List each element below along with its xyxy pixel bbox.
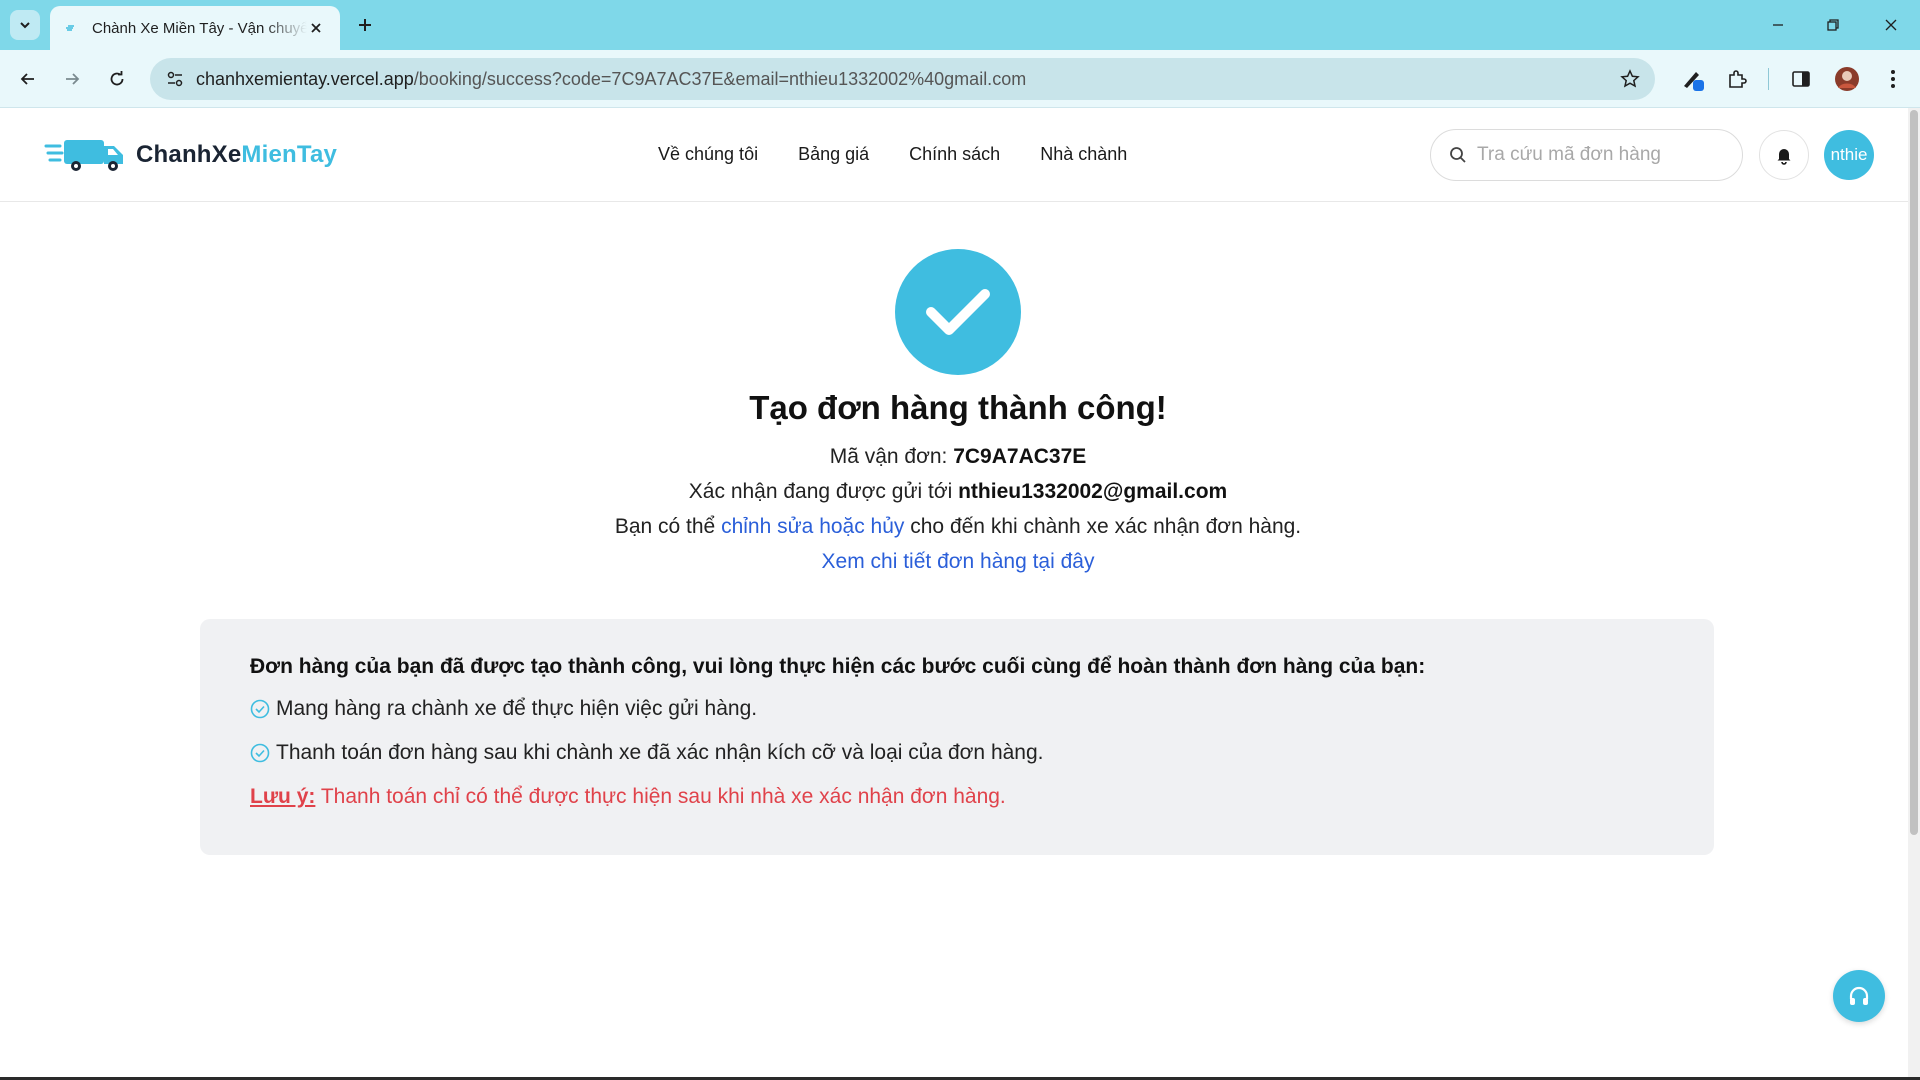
edit-cancel-line: Bạn có thể chỉnh sửa hoặc hủy cho đến kh… — [0, 515, 1916, 539]
browser-menu-icon[interactable] — [1878, 64, 1908, 94]
tab-title: Chành Xe Miền Tây - Vận chuyển — [92, 19, 307, 37]
browser-tab-active[interactable]: Chành Xe Miền Tây - Vận chuyển — [50, 6, 340, 50]
nav-policy[interactable]: Chính sách — [909, 144, 1000, 165]
email-value: nthieu1332002@gmail.com — [958, 480, 1228, 503]
tab-close-icon[interactable] — [306, 18, 326, 38]
close-icon — [1885, 19, 1897, 31]
logo-text: ChanhXeMienTay — [136, 141, 337, 169]
url-host: chanhxemientay.vercel.app — [196, 68, 414, 89]
bell-icon — [1777, 149, 1791, 165]
site-header: ChanhXeMienTay Về chúng tôi Bảng giá Chí… — [0, 108, 1908, 202]
tracking-code-label: Mã vận đơn: — [829, 445, 954, 468]
back-button[interactable] — [12, 63, 44, 95]
url-text: chanhxemientay.vercel.app/booking/succes… — [196, 69, 1026, 90]
logo-text-part1: ChanhXe — [136, 141, 242, 168]
nav-pricing[interactable]: Bảng giá — [798, 144, 869, 165]
notice-heading: Đơn hàng của bạn đã được tạo thành công,… — [250, 655, 1426, 678]
close-window-button[interactable] — [1871, 10, 1911, 40]
address-bar[interactable]: chanhxemientay.vercel.app/booking/succes… — [150, 58, 1655, 100]
toolbar-divider — [1768, 68, 1769, 90]
minimize-icon — [1773, 24, 1783, 26]
note-text: Thanh toán chỉ có thể được thực hiện sau… — [315, 785, 1006, 808]
detail-line: Xem chi tiết đơn hàng tại đây — [0, 550, 1916, 574]
restore-button[interactable] — [1813, 10, 1853, 40]
scrollbar-thumb[interactable] — [1910, 110, 1918, 835]
support-chat-button[interactable] — [1833, 970, 1885, 1022]
order-search-box — [1430, 129, 1743, 181]
logo-text-part2: MienTay — [241, 141, 338, 168]
order-search-input[interactable] — [1477, 144, 1717, 166]
step-item: Mang hàng ra chành xe để thực hiện việc … — [250, 697, 1664, 721]
tracking-code-value: 7C9A7AC37E — [953, 445, 1087, 468]
reload-icon — [110, 71, 124, 86]
note-label: Lưu ý: — [250, 785, 316, 808]
next-steps-notice: Đơn hàng của bạn đã được tạo thành công,… — [200, 619, 1714, 855]
order-detail-link[interactable]: Xem chi tiết đơn hàng tại đây — [822, 550, 1095, 573]
edit-suffix: cho đến khi chành xe xác nhận đơn hàng. — [904, 515, 1302, 538]
url-path: /booking/success?code=7C9A7AC37E&email=n… — [413, 68, 1027, 89]
step-text: Thanh toán đơn hàng sau khi chành xe đã … — [276, 741, 1044, 764]
side-panel-icon[interactable] — [1786, 64, 1816, 94]
tracking-code-line: Mã vận đơn: 7C9A7AC37E — [0, 445, 1916, 469]
chevron-down-icon — [20, 22, 30, 29]
forward-button[interactable] — [56, 63, 88, 95]
tab-search-button[interactable] — [10, 10, 40, 40]
browser-tab-bar: Chành Xe Miền Tây - Vận chuyển — [0, 0, 1920, 50]
email-label: Xác nhận đang được gửi tới — [688, 480, 959, 503]
user-avatar[interactable]: nthie — [1824, 130, 1874, 180]
delivery-truck-icon — [44, 140, 123, 171]
site-info-icon[interactable] — [154, 58, 196, 100]
site-favicon-icon — [64, 21, 78, 35]
headphones-icon — [1849, 986, 1869, 1005]
extensions-puzzle-icon[interactable] — [1722, 64, 1752, 94]
plus-icon — [359, 19, 371, 31]
success-check-icon — [895, 249, 1021, 375]
arrow-left-icon — [20, 73, 34, 85]
site-logo[interactable]: ChanhXeMienTay — [44, 136, 337, 174]
email-confirmation-line: Xác nhận đang được gửi tới nthieu1332002… — [0, 480, 1916, 504]
nav-carriers[interactable]: Nhà chành — [1040, 144, 1127, 165]
check-circle-icon — [250, 743, 270, 763]
page-scrollbar[interactable] — [1908, 108, 1920, 1078]
step-item: Thanh toán đơn hàng sau khi chành xe đã … — [250, 741, 1664, 765]
bookmark-star-icon[interactable] — [1619, 68, 1641, 90]
search-icon — [1450, 147, 1466, 163]
edit-prefix: Bạn có thể — [614, 515, 722, 538]
extension-pen-icon[interactable] — [1678, 64, 1708, 94]
profile-avatar-icon[interactable] — [1832, 64, 1862, 94]
main-nav: Về chúng tôi Bảng giá Chính sách Nhà chà… — [658, 144, 1167, 165]
notification-button[interactable] — [1759, 130, 1809, 180]
edit-cancel-link[interactable]: chỉnh sửa hoặc hủy — [721, 515, 904, 538]
payment-note: Lưu ý: Thanh toán chỉ có thể được thực h… — [250, 785, 1664, 809]
arrow-right-icon — [66, 73, 80, 85]
check-circle-icon — [250, 699, 270, 719]
new-tab-button[interactable] — [352, 12, 378, 38]
nav-about[interactable]: Về chúng tôi — [658, 144, 758, 165]
restore-icon — [1827, 19, 1839, 31]
step-text: Mang hàng ra chành xe để thực hiện việc … — [276, 697, 758, 720]
minimize-button[interactable] — [1758, 10, 1798, 40]
browser-toolbar: chanhxemientay.vercel.app/booking/succes… — [0, 50, 1920, 108]
success-title: Tạo đơn hàng thành công! — [749, 389, 1167, 426]
reload-button[interactable] — [101, 63, 133, 95]
